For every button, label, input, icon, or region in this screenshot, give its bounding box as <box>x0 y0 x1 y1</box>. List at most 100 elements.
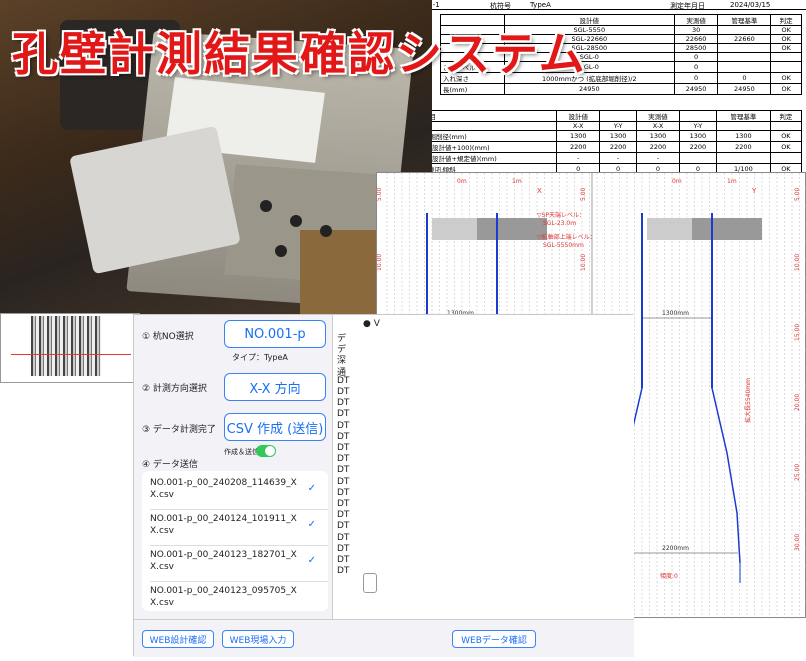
detail-line: DT <box>337 375 350 386</box>
panel-axis-label: X <box>537 187 542 195</box>
t2-cell <box>678 152 718 164</box>
casing-block <box>692 218 762 240</box>
strip-thumbnail <box>0 313 140 383</box>
t2-cell <box>769 152 803 164</box>
level-annotation: SGL-23.0m <box>543 220 576 227</box>
detail-line: DT <box>337 476 350 487</box>
screen: e2-1 杭符号 TypeA 測定年月日 2024/03/15 設計値実測値管理… <box>0 0 806 661</box>
t1-cell: 長(mm) <box>440 83 505 95</box>
t2-cell <box>769 121 803 131</box>
report-table-2: 項目設計値実測値管理基準判定X-XY-YX-XY-Y部掘削径(mm)130013… <box>419 110 803 175</box>
t1-cell: 管理基準 <box>717 14 772 26</box>
web-site-input-button[interactable]: WEB現場入力 <box>222 630 294 648</box>
t2-cell: 2200 <box>678 141 718 153</box>
t2-cell: - <box>556 152 600 164</box>
report-header-type: TypeA <box>530 1 551 9</box>
t1-cell: OK <box>770 72 802 84</box>
shaft-width-label: 1300mm <box>662 310 689 317</box>
t2-cell <box>419 121 558 131</box>
t1-cell: 30 <box>673 25 719 35</box>
t1-cell <box>770 52 802 62</box>
pile-select-button[interactable]: NO.001-p <box>224 320 326 348</box>
t2-cell: 2200 <box>716 141 771 153</box>
t2-cell: Y-Y <box>598 121 638 131</box>
checkmark-icon: ✓ <box>307 483 316 494</box>
t1-cell: 0 <box>717 72 772 84</box>
web-data-button[interactable]: WEBデータ確認 <box>452 630 536 648</box>
measurement-app: ① 杭NO選択 NO.001-p タイプ：TypeA ② 計測方向選択 X-X … <box>133 314 634 657</box>
t2-cell: 2200 <box>598 141 638 153</box>
t1-cell: 0 <box>673 72 719 84</box>
app-detail-pane: ● V デデ深通 DT DT DT DT DT DT DT DT DT DT DT DT DT DT DT DT… <box>332 315 634 619</box>
t1-cell: 24950 <box>673 83 719 95</box>
t2-cell: OK <box>769 141 803 153</box>
depth-tick-label: 20.00 <box>794 394 801 411</box>
csv-file-item[interactable]: NO.001-p_00_240124_101911_XX.csv ✓ <box>150 513 320 537</box>
vertical-length-label: 拡大長5540mm <box>744 378 752 423</box>
report-header: e2-1 杭符号 TypeA 測定年月日 2024/03/15 <box>420 0 806 10</box>
t2-cell: 部掘削径(mm) <box>419 130 558 142</box>
t2-row: X-X Y-Y X-X Y-Y <box>419 121 803 131</box>
csv-file-item[interactable]: NO.001-p_00_240123_182701_XX.csv ✓ <box>150 549 320 573</box>
csv-file-item[interactable]: NO.001-p_00_240123_095705_XX.csv <box>150 585 320 609</box>
detail-line: DT <box>337 521 350 532</box>
step2-label: ② 計測方向選択 <box>142 384 207 394</box>
detail-line: DT <box>337 566 350 577</box>
panel-right-label: 1m <box>512 178 522 185</box>
toggle-label: 作成＆送信 <box>224 448 259 456</box>
t1-cell <box>770 61 802 73</box>
detail-line: DT <box>337 543 350 554</box>
detail-line: DT <box>337 387 350 397</box>
csv-file-name: NO.001-p_00_240124_101911_XX.csv <box>150 514 297 536</box>
detail-line: DT <box>337 420 350 431</box>
t1-cell: 0 <box>673 52 719 62</box>
t1-cell: 0 <box>673 61 719 73</box>
depth-tick-label: 5.00 <box>580 187 587 201</box>
t2-cell: 管理基準 <box>716 110 771 122</box>
csv-file-item[interactable]: NO.001-p_00_240208_114639_XX.csv ✓ <box>150 477 320 501</box>
list-separator <box>150 545 328 546</box>
detail-line: DT <box>337 443 350 453</box>
depth-tick-label: 25.00 <box>794 464 801 481</box>
t1-cell: 22660 <box>717 34 772 44</box>
direction-select-button[interactable]: X-X 方向 <box>224 373 326 401</box>
panel-left-label: 0m <box>457 178 467 185</box>
t1-cell <box>717 52 772 62</box>
t1-row: 長(mm) 24950 24950 24950 OK <box>440 83 802 95</box>
t2-cell: 1300 <box>678 130 718 142</box>
t2-cell <box>678 110 718 122</box>
t2-cell: X-X <box>636 121 680 131</box>
detail-field[interactable] <box>363 573 377 593</box>
detail-line: DT <box>337 454 350 465</box>
detail-line: DT <box>337 499 350 509</box>
detail-line: DT <box>337 510 350 521</box>
level-annotation: ▽杭軸部上端レベル： <box>537 233 596 241</box>
depth-tick-label: 15.00 <box>794 324 801 341</box>
t1-cell: 28500 <box>673 43 719 53</box>
t2-cell: 実測値 <box>636 110 680 122</box>
t2-cell: X-X <box>556 121 600 131</box>
csv-file-list: NO.001-p_00_240208_114639_XX.csv ✓ NO.001-… <box>142 471 328 611</box>
t2-cell <box>598 110 638 122</box>
t2-cell: 2200 <box>636 141 680 153</box>
depth-tick-label: 5.00 <box>377 187 383 201</box>
panel-right-label: 1m <box>727 178 737 185</box>
detail-line: DT <box>337 398 350 409</box>
web-design-button[interactable]: WEB設計確認 <box>142 630 214 648</box>
step1-label: ① 杭NO選択 <box>142 332 194 342</box>
system-title: 孔壁計測結果確認システム <box>12 27 587 81</box>
t2-cell: 1300 <box>556 130 600 142</box>
t2-cell <box>716 152 771 164</box>
t1-cell: 実測値 <box>673 14 719 26</box>
t2-cell: 1300 <box>598 130 638 142</box>
csv-create-button[interactable]: CSV 作成 (送信) <box>224 413 326 441</box>
create-send-toggle[interactable] <box>256 445 276 457</box>
t2-cell <box>716 121 771 131</box>
t2-row: 部掘削径(mm) 1300 1300 1300 1300 1300 OK <box>419 130 803 142</box>
t2-cell: Y-Y <box>678 121 718 131</box>
t2-row: 項目設計値 実測値 管理基準判定 <box>419 110 803 122</box>
pile-type-label: タイプ：TypeA <box>232 353 288 362</box>
depth-tick-label: 30.00 <box>794 534 801 551</box>
checkmark-icon: ✓ <box>307 519 316 530</box>
detail-line: DT <box>337 409 350 420</box>
